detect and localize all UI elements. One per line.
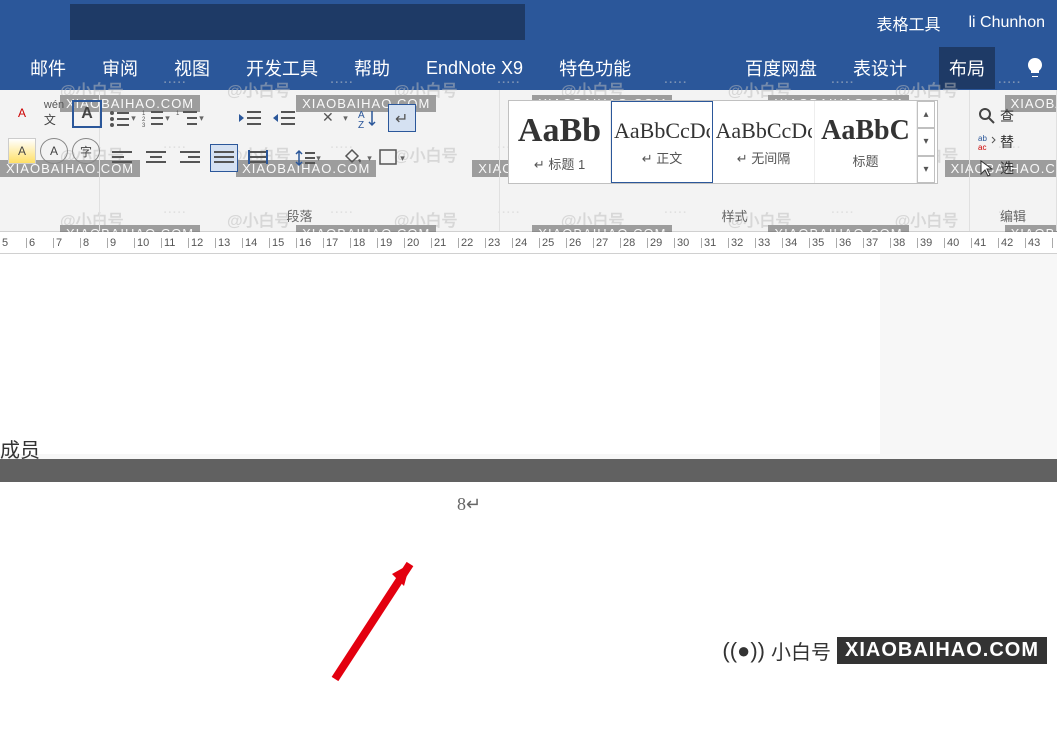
ribbon-styles-group: AaBb ↵ 标题 1 AaBbCcDc ↵ 正文 AaBbCcDc ↵ 无间隔… [500, 90, 970, 231]
user-name[interactable]: li Chunhon [957, 14, 1057, 32]
menu-layout[interactable]: 布局 [939, 47, 995, 89]
replace-button[interactable]: abac 替 [978, 132, 1014, 152]
show-marks-button[interactable]: ↵ [388, 104, 416, 132]
menu-mail[interactable]: 邮件 [26, 47, 70, 89]
menu-endnote[interactable]: EndNote X9 [422, 50, 527, 87]
enclose-char-button[interactable]: 字 [72, 138, 100, 164]
multilevel-button[interactable]: 1▾ [176, 104, 204, 132]
char-shading-button[interactable]: A [40, 138, 68, 164]
edit-group-label: 编辑 [970, 206, 1056, 231]
svg-text:3: 3 [142, 123, 146, 127]
menu-help[interactable]: 帮助 [350, 47, 394, 89]
title-bar: 表格工具 li Chunhon [0, 0, 1057, 46]
document-area[interactable]: 成员 8↵ [0, 254, 1057, 674]
title-placeholder [70, 4, 525, 40]
svg-text:✕: ✕ [322, 109, 334, 125]
ribbon-font-group: A wén文 A A A 字 [0, 90, 100, 231]
align-right-button[interactable] [176, 144, 204, 172]
style-heading1[interactable]: AaBb ↵ 标题 1 [509, 101, 611, 183]
char-border-button[interactable]: A [72, 100, 102, 128]
gallery-up-button[interactable]: ▴ [917, 101, 935, 128]
select-button[interactable]: 选 [978, 158, 1014, 178]
find-button[interactable]: 查 [978, 106, 1014, 126]
align-justify-button[interactable] [210, 144, 238, 172]
numbering-button[interactable]: 123▾ [142, 104, 170, 132]
highlight-button[interactable]: A [8, 138, 36, 164]
phonetic-button[interactable]: wén文 [40, 100, 68, 126]
ribbon-paragraph-group: ▾ 123▾ 1▾ ✕▾ AZ ↵ [100, 90, 500, 231]
svg-text:↵: ↵ [395, 111, 408, 128]
decrease-indent-button[interactable] [236, 104, 264, 132]
menu-review[interactable]: 审阅 [98, 47, 142, 89]
ribbon-edit-group: 查 abac 替 选 编辑 [970, 90, 1057, 231]
align-center-button[interactable] [142, 144, 170, 172]
page-1-bottom [0, 254, 880, 454]
page-number-marker: 8↵ [457, 494, 481, 515]
menu-devtools[interactable]: 开发工具 [242, 47, 322, 89]
svg-text:1: 1 [176, 111, 180, 117]
svg-text:Z: Z [358, 120, 364, 128]
distribute-button[interactable] [244, 144, 272, 172]
text-direction-button[interactable]: ✕▾ [320, 104, 348, 132]
table-tools-label: 表格工具 [860, 11, 956, 35]
cursor-icon [978, 159, 996, 177]
bullets-button[interactable]: ▾ [108, 104, 136, 132]
watermark-logo: ((●)) 小白号 XIAOBAIHAO.COM [722, 636, 1047, 665]
menu-features[interactable]: 特色功能 [555, 47, 635, 89]
search-icon [978, 107, 996, 125]
styles-group-label: 样式 [500, 206, 969, 231]
line-spacing-button[interactable]: ▾ [294, 144, 322, 172]
horizontal-ruler[interactable]: 5678910111213141516171819202122232425262… [0, 232, 1057, 254]
tell-me-icon[interactable] [1023, 56, 1057, 80]
borders-button[interactable]: ▾ [378, 144, 406, 172]
menu-view[interactable]: 视图 [170, 47, 214, 89]
styles-gallery: AaBb ↵ 标题 1 AaBbCcDc ↵ 正文 AaBbCcDc ↵ 无间隔… [508, 100, 938, 184]
style-nospacing[interactable]: AaBbCcDc ↵ 无间隔 [713, 101, 815, 183]
menu-baidu[interactable]: 百度网盘 [741, 47, 821, 89]
ribbon: A wén文 A A A 字 ▾ 123▾ 1▾ [0, 90, 1057, 232]
shading-button[interactable]: ▾ [344, 144, 372, 172]
font-group-label [0, 225, 99, 231]
sort-button[interactable]: AZ [354, 104, 382, 132]
increase-indent-button[interactable] [270, 104, 298, 132]
page-2 [0, 482, 1057, 742]
menu-tabledesign[interactable]: 表设计 [849, 47, 911, 89]
svg-text:ac: ac [978, 143, 986, 151]
replace-icon: abac [978, 133, 996, 151]
svg-text:ab: ab [978, 134, 987, 143]
broadcast-icon: ((●)) [722, 638, 765, 664]
style-normal[interactable]: AaBbCcDc ↵ 正文 [611, 101, 713, 183]
red-arrow-annotation [320, 554, 420, 684]
paragraph-group-label: 段落 [100, 206, 499, 231]
menu-bar: 邮件 审阅 视图 开发工具 帮助 EndNote X9 特色功能 百度网盘 表设… [0, 46, 1057, 90]
font-color-button[interactable]: A [8, 100, 36, 126]
gallery-down-button[interactable]: ▾ [917, 128, 935, 155]
align-left-button[interactable] [108, 144, 136, 172]
gallery-more-button[interactable]: ▾ [917, 156, 935, 183]
style-title[interactable]: AaBbC 标题 [815, 101, 917, 183]
